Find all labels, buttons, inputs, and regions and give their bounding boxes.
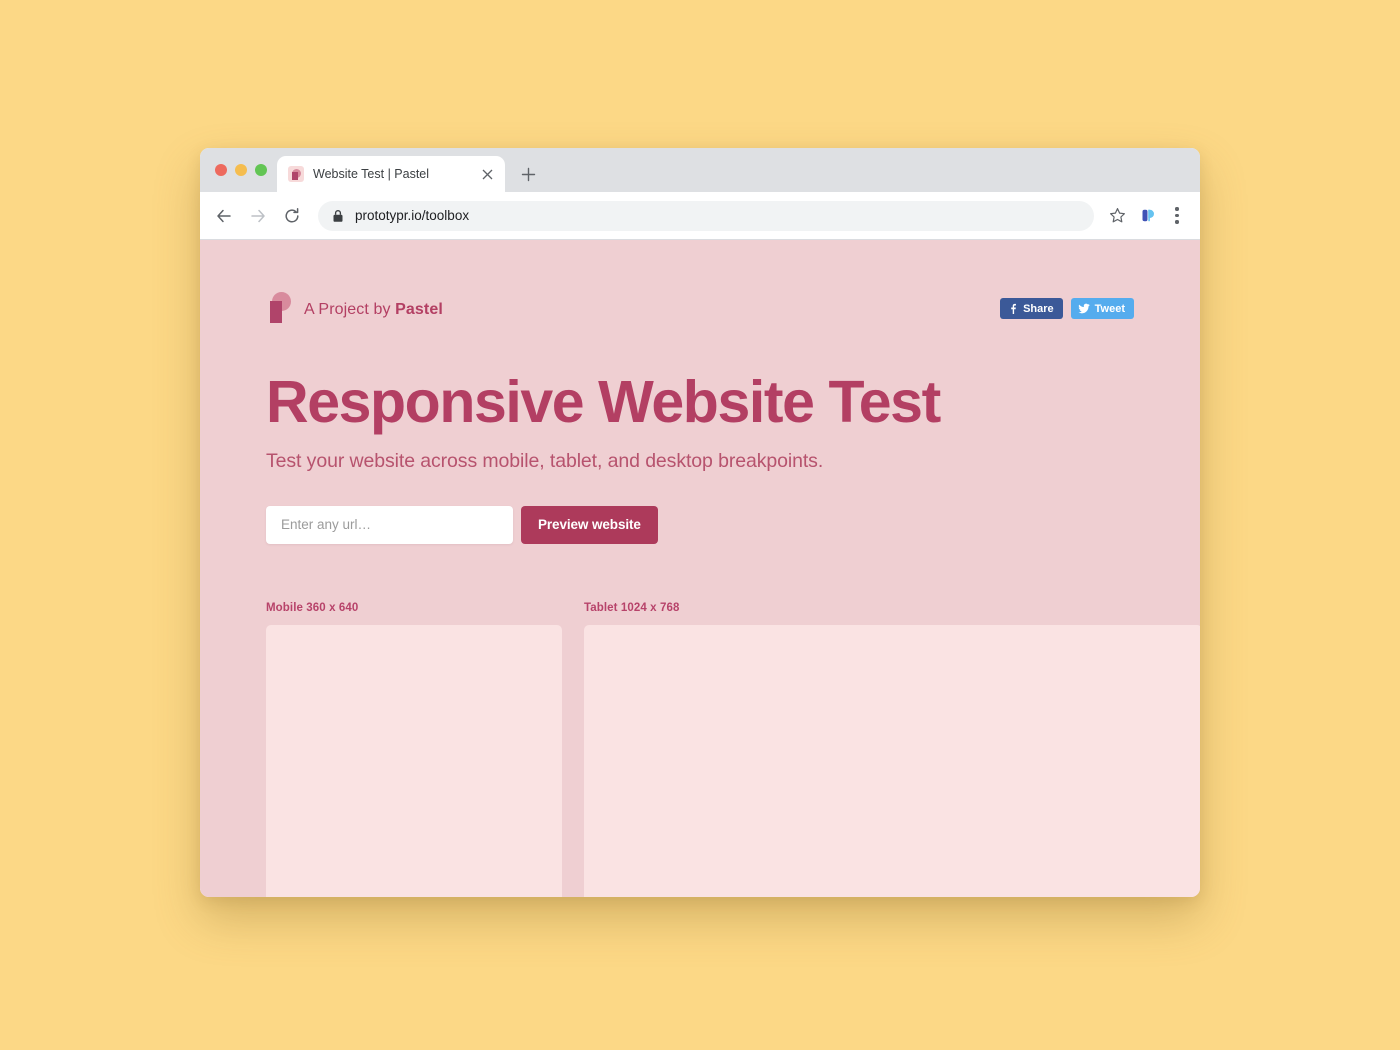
preview-column-tablet: Tablet 1024 x 768 (584, 602, 1200, 897)
url-text: prototypr.io/toolbox (355, 208, 470, 223)
brand[interactable]: A Project by Pastel (266, 292, 443, 328)
arrow-left-icon[interactable] (208, 200, 240, 232)
preview-panels: Mobile 360 x 640 Tablet 1024 x 768 (200, 602, 1200, 897)
browser-tab[interactable]: Website Test | Pastel (277, 156, 505, 192)
reload-icon[interactable] (276, 200, 308, 232)
hero-section: A Project by Pastel Share Tweet Responsi… (200, 240, 1200, 602)
twitter-tweet-label: Tweet (1094, 302, 1125, 315)
lock-icon (332, 209, 344, 223)
window-close-button[interactable] (215, 164, 227, 176)
facebook-icon (1007, 303, 1018, 314)
page-title: Responsive Website Test (266, 369, 941, 435)
brand-prefix: A Project by (304, 301, 396, 318)
twitter-icon (1078, 303, 1090, 314)
pastel-extension-icon[interactable] (1134, 201, 1162, 231)
pastel-p-logo-icon (266, 292, 291, 328)
page-subtitle: Test your website across mobile, tablet,… (266, 449, 824, 472)
address-bar[interactable]: prototypr.io/toolbox (318, 200, 1094, 231)
three-dot-menu-icon[interactable] (1164, 201, 1190, 231)
window-controls (208, 148, 277, 192)
brand-label: A Project by Pastel (304, 301, 443, 319)
url-input[interactable] (266, 505, 513, 544)
close-icon[interactable] (478, 165, 496, 183)
window-maximize-button[interactable] (255, 164, 267, 176)
browser-toolbar: prototypr.io/toolbox (200, 192, 1200, 240)
preview-frame-tablet[interactable] (584, 625, 1200, 897)
window-minimize-button[interactable] (235, 164, 247, 176)
tab-title: Website Test | Pastel (313, 167, 430, 181)
tab-strip: Website Test | Pastel (200, 148, 1200, 192)
preview-column-mobile: Mobile 360 x 640 (266, 602, 562, 897)
preview-frame-mobile[interactable] (266, 625, 562, 897)
hero-header: A Project by Pastel Share Tweet (266, 292, 1134, 328)
social-buttons: Share Tweet (1000, 292, 1134, 319)
url-form: Preview website (266, 505, 1134, 544)
facebook-share-label: Share (1023, 302, 1054, 315)
arrow-right-icon[interactable] (242, 200, 274, 232)
preview-label-tablet: Tablet 1024 x 768 (584, 602, 680, 614)
page-content: A Project by Pastel Share Tweet Responsi… (200, 240, 1200, 897)
preview-label-mobile: Mobile 360 x 640 (266, 602, 359, 614)
twitter-tweet-button[interactable]: Tweet (1070, 298, 1134, 319)
browser-window: Website Test | Pastel prototypr.io/toolb… (200, 148, 1200, 897)
plus-icon[interactable] (513, 159, 543, 189)
brand-name: Pastel (395, 301, 443, 318)
pastel-logo-icon (288, 166, 304, 182)
preview-website-button[interactable]: Preview website (521, 505, 658, 544)
facebook-share-button[interactable]: Share (1000, 298, 1063, 319)
star-icon[interactable] (1102, 201, 1132, 231)
